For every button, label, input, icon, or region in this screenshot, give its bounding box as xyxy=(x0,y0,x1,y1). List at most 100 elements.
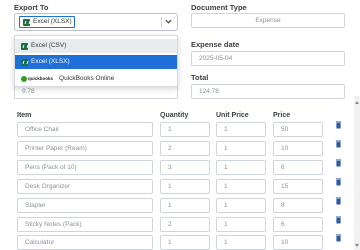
item-value: Printer Paper (Ream) xyxy=(25,145,87,152)
scrollbar[interactable] xyxy=(354,96,360,250)
price-value: 6 xyxy=(281,221,285,228)
price-value: 8 xyxy=(281,202,285,209)
excel-icon xyxy=(21,58,28,66)
price-value: 6 xyxy=(281,164,285,171)
total-field[interactable]: 124.78 xyxy=(191,84,345,99)
item-input[interactable]: Stapler xyxy=(17,198,153,213)
trash-icon[interactable] xyxy=(335,234,342,242)
unit-price-value: 1 xyxy=(224,202,228,209)
unit-price-value: 1 xyxy=(224,239,228,246)
item-input[interactable]: Office Chair xyxy=(17,122,153,137)
unit-price-input[interactable]: 1 xyxy=(216,235,266,250)
scroll-up-arrow-icon[interactable] xyxy=(355,101,359,104)
unit-price-input[interactable]: 1 xyxy=(216,141,266,156)
option-label: Excel (CSV) xyxy=(31,42,67,49)
header-quantity: Quantity xyxy=(160,112,189,119)
price-input[interactable]: 15 xyxy=(273,179,323,194)
option-label: QuickBooks Online xyxy=(59,75,115,82)
price-value: 10 xyxy=(281,145,289,152)
quantity-input[interactable]: 1 xyxy=(160,235,210,250)
item-input[interactable]: Desk Organizer xyxy=(17,179,153,194)
export-to-label: Export To xyxy=(14,3,49,12)
quantity-value: 1 xyxy=(168,239,172,246)
scroll-down-arrow-icon[interactable] xyxy=(355,244,359,247)
unit-price-value: 1 xyxy=(224,221,228,228)
unit-price-input[interactable]: 1 xyxy=(216,179,266,194)
expense-date-label: Expense date xyxy=(191,40,240,49)
price-value: 50 xyxy=(281,126,289,133)
unit-price-value: 1 xyxy=(224,164,228,171)
excel-icon xyxy=(21,42,28,50)
left-amount-value: 9.78 xyxy=(22,88,35,95)
price-value: 15 xyxy=(281,183,289,190)
option-excel-xlsx[interactable]: Excel (XLSX) xyxy=(15,55,177,69)
quantity-value: 1 xyxy=(168,126,172,133)
option-quickbooks-online[interactable]: quickbooks QuickBooks Online xyxy=(15,72,177,86)
select-divider xyxy=(161,17,162,27)
quantity-input[interactable]: 3 xyxy=(160,160,210,175)
item-value: Stapler xyxy=(25,202,46,209)
quickbooks-icon: quickbooks xyxy=(21,72,53,86)
quantity-input[interactable]: 1 xyxy=(160,198,210,213)
trash-icon[interactable] xyxy=(335,140,342,148)
quantity-value: 1 xyxy=(168,202,172,209)
unit-price-input[interactable]: 1 xyxy=(216,217,266,232)
quantity-value: 1 xyxy=(168,183,172,190)
total-value: 124.78 xyxy=(199,88,219,95)
header-price: Price xyxy=(273,112,291,119)
header-unit-price: Unit Price xyxy=(216,112,249,119)
export-to-selected-label: Excel (XLSX) xyxy=(33,18,72,25)
trash-icon[interactable] xyxy=(335,159,342,167)
trash-icon[interactable] xyxy=(335,121,342,129)
chevron-down-icon[interactable] xyxy=(164,17,173,26)
quantity-input[interactable]: 1 xyxy=(160,122,210,137)
trash-icon[interactable] xyxy=(335,197,342,205)
item-value: Pens (Pack of 10) xyxy=(25,164,77,171)
price-input[interactable]: 8 xyxy=(273,198,323,213)
price-input[interactable]: 6 xyxy=(273,160,323,175)
unit-price-input[interactable]: 1 xyxy=(216,198,266,213)
export-to-menu: Excel (CSV) Excel (XLSX) quickbooks Quic… xyxy=(14,35,178,87)
price-input[interactable]: 10 xyxy=(273,141,323,156)
option-excel-csv[interactable]: Excel (CSV) xyxy=(15,39,177,53)
item-input[interactable]: Sticky Notes (Pack) xyxy=(17,217,153,232)
header-item: Item xyxy=(17,112,32,119)
price-value: 10 xyxy=(281,239,289,246)
item-value: Sticky Notes (Pack) xyxy=(25,221,82,228)
document-type-field[interactable]: Expense xyxy=(191,13,345,28)
item-input[interactable]: Calculator xyxy=(17,235,153,250)
document-type-value: Expense xyxy=(255,17,281,24)
quickbooks-logo-text: quickbooks xyxy=(28,76,54,81)
quantity-value: 2 xyxy=(168,221,172,228)
unit-price-input[interactable]: 1 xyxy=(216,160,266,175)
trash-icon[interactable] xyxy=(335,178,342,186)
document-type-label: Document Type xyxy=(191,3,247,12)
expense-date-field[interactable]: 2025-05-04 xyxy=(191,51,345,66)
export-to-select[interactable]: Excel (XLSX) xyxy=(14,13,178,31)
quantity-value: 3 xyxy=(168,164,172,171)
price-input[interactable]: 50 xyxy=(273,122,323,137)
quantity-value: 2 xyxy=(168,145,172,152)
unit-price-input[interactable]: 1 xyxy=(216,122,266,137)
item-input[interactable]: Printer Paper (Ream) xyxy=(17,141,153,156)
item-input[interactable]: Pens (Pack of 10) xyxy=(17,160,153,175)
price-input[interactable]: 6 xyxy=(273,217,323,232)
price-input[interactable]: 10 xyxy=(273,235,323,250)
total-label: Total xyxy=(191,73,209,82)
quickbooks-logo-mark xyxy=(21,76,27,82)
unit-price-value: 1 xyxy=(224,126,228,133)
item-value: Calculator xyxy=(25,239,55,246)
item-value: Office Chair xyxy=(25,126,60,133)
item-value: Desk Organizer xyxy=(25,183,71,190)
quantity-input[interactable]: 2 xyxy=(160,217,210,232)
expense-date-value: 2025-05-04 xyxy=(199,55,233,62)
unit-price-value: 1 xyxy=(224,183,228,190)
quantity-input[interactable]: 2 xyxy=(160,141,210,156)
option-label: Excel (XLSX) xyxy=(31,58,70,65)
excel-icon xyxy=(23,18,30,26)
quantity-input[interactable]: 1 xyxy=(160,179,210,194)
export-to-selected: Excel (XLSX) xyxy=(19,16,75,28)
export-form: Export To Excel (XLSX) 9.78 Excel (CSV) … xyxy=(0,0,360,250)
trash-icon[interactable] xyxy=(335,216,342,224)
unit-price-value: 1 xyxy=(224,145,228,152)
